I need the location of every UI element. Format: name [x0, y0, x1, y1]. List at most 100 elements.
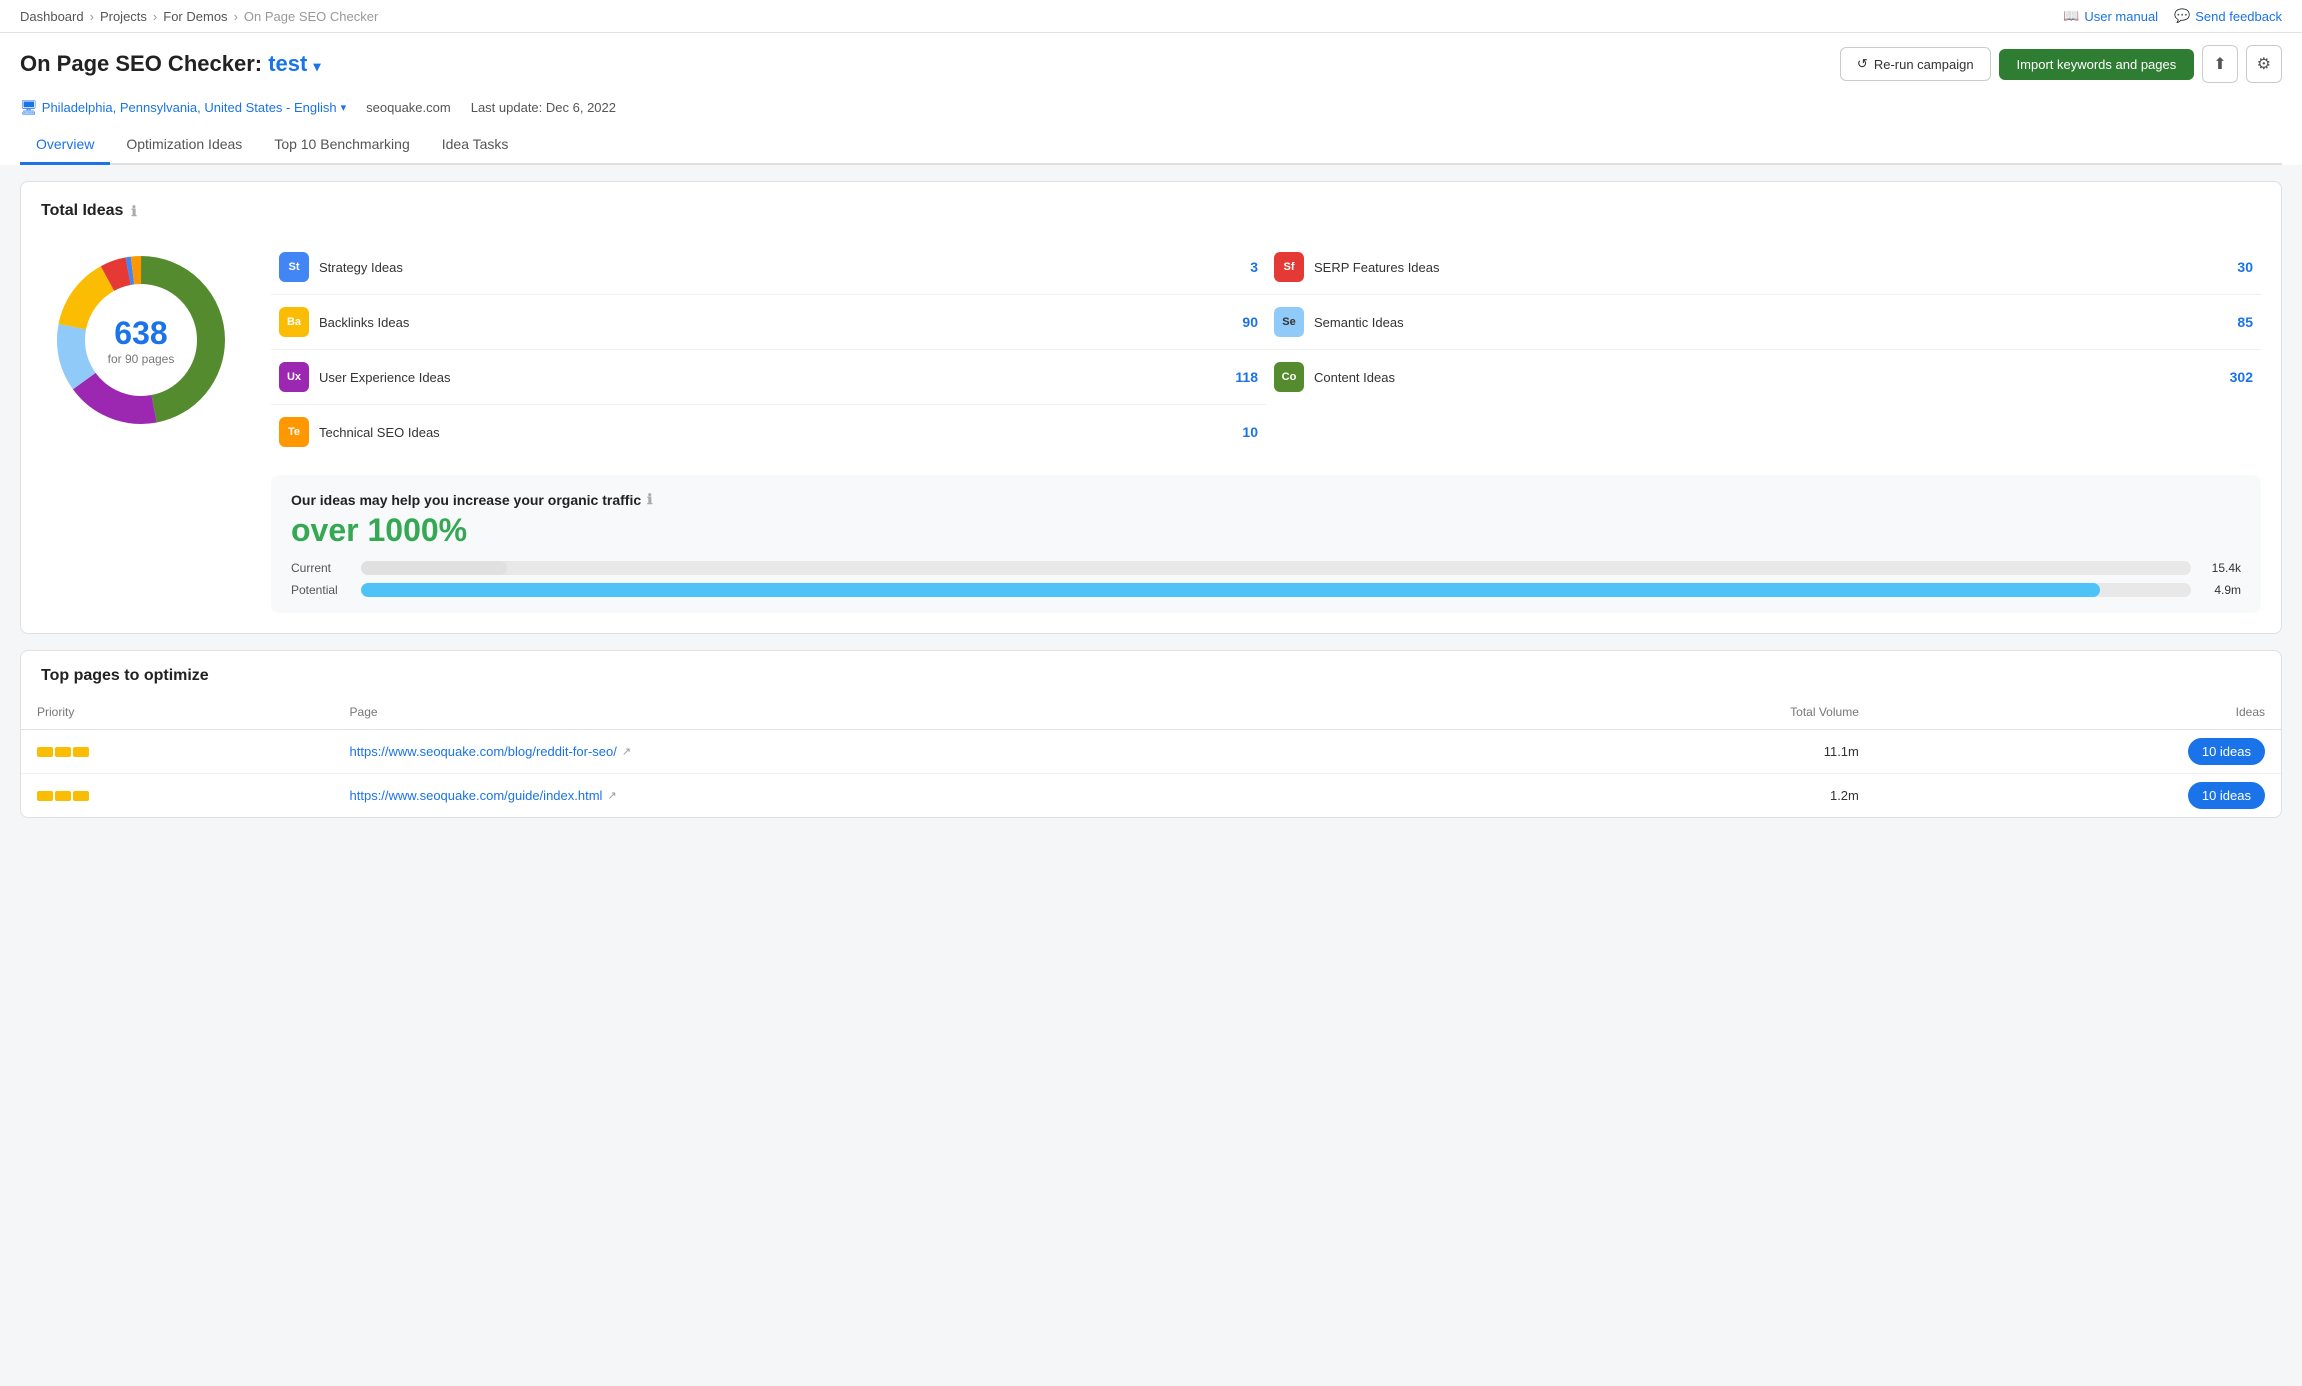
breadcrumb: Dashboard › Projects › For Demos › On Pa…	[20, 9, 378, 24]
page-link-2[interactable]: https://www.seoquake.com/guide/index.htm…	[350, 788, 1485, 803]
current-bar-track	[361, 561, 2191, 575]
col-ideas: Ideas	[1875, 695, 2281, 730]
backlinks-badge: Ba	[279, 307, 309, 337]
settings-button[interactable]: ⚙	[2246, 45, 2282, 83]
potential-label: Potential	[291, 583, 351, 597]
donut-center: 638 for 90 pages	[108, 315, 175, 366]
current-value: 15.4k	[2201, 561, 2241, 575]
domain-label: seoquake.com	[366, 100, 451, 115]
backlinks-label: Backlinks Ideas	[319, 315, 1208, 330]
idea-row-semantic: Se Semantic Ideas 85	[1266, 295, 2261, 350]
ideas-cell-1: 10 ideas	[1875, 730, 2281, 774]
total-count: 638	[108, 315, 175, 352]
donut-chart: 638 for 90 pages	[41, 240, 241, 440]
idea-row-strategy: St Strategy Ideas 3	[271, 240, 1266, 295]
top-pages-table: Priority Page Total Volume Ideas	[21, 695, 2281, 817]
idea-row-serp: Sf SERP Features Ideas 30	[1266, 240, 2261, 295]
external-link-icon: ↗	[607, 789, 616, 802]
traffic-section: Our ideas may help you increase your org…	[271, 475, 2261, 613]
monitor-icon: 🖥	[20, 99, 38, 116]
traffic-title: Our ideas may help you increase your org…	[291, 491, 2241, 508]
col-page: Page	[334, 695, 1501, 730]
strategy-label: Strategy Ideas	[319, 260, 1208, 275]
top-bar: Dashboard › Projects › For Demos › On Pa…	[0, 0, 2302, 33]
book-icon: 📖	[2063, 8, 2079, 24]
import-keywords-button[interactable]: Import keywords and pages	[1999, 49, 2195, 80]
ux-count[interactable]: 118	[1218, 369, 1258, 385]
priority-bar	[37, 747, 53, 757]
technical-count[interactable]: 10	[1218, 424, 1258, 440]
total-ideas-content: 638 for 90 pages St Strategy Ideas 3	[41, 240, 2261, 613]
table-row: https://www.seoquake.com/blog/reddit-for…	[21, 730, 2281, 774]
header-actions: ↺ Re-run campaign Import keywords and pa…	[1840, 45, 2282, 83]
strategy-count[interactable]: 3	[1218, 259, 1258, 275]
backlinks-count[interactable]: 90	[1218, 314, 1258, 330]
tab-optimization-ideas[interactable]: Optimization Ideas	[110, 126, 258, 165]
ideas-right: St Strategy Ideas 3 Ba Backlinks Ideas 9…	[271, 240, 2261, 613]
semantic-count[interactable]: 85	[2213, 314, 2253, 330]
page-cell-2: https://www.seoquake.com/guide/index.htm…	[334, 774, 1501, 818]
idea-row-technical: Te Technical SEO Ideas 10	[271, 405, 1266, 459]
idea-row-backlinks: Ba Backlinks Ideas 90	[271, 295, 1266, 350]
location-dropdown-icon: ▾	[341, 101, 347, 114]
upload-icon: ⬆	[2213, 56, 2226, 73]
current-bar-row: Current 15.4k	[291, 561, 2241, 575]
total-ideas-card: Total Ideas ℹ	[20, 181, 2282, 634]
ideas-right-col: Sf SERP Features Ideas 30 Se Semantic Id…	[1266, 240, 2261, 459]
priority-bar	[73, 791, 89, 801]
location-selector[interactable]: 🖥 Philadelphia, Pennsylvania, United Sta…	[20, 99, 346, 116]
priority-bar	[55, 747, 71, 757]
table-head: Priority Page Total Volume Ideas	[21, 695, 2281, 730]
export-button[interactable]: ⬆	[2202, 45, 2237, 83]
last-update-label: Last update: Dec 6, 2022	[471, 100, 616, 115]
ideas-badge-1[interactable]: 10 ideas	[2188, 738, 2265, 765]
feedback-icon: 💬	[2174, 8, 2190, 24]
page-title-row: On Page SEO Checker: test ▾ ↺ Re-run cam…	[20, 45, 2282, 83]
tab-idea-tasks[interactable]: Idea Tasks	[426, 126, 525, 165]
priority-cell-2	[21, 774, 334, 818]
ideas-grid: St Strategy Ideas 3 Ba Backlinks Ideas 9…	[271, 240, 2261, 459]
project-dropdown-icon[interactable]: ▾	[313, 58, 320, 74]
table-row: https://www.seoquake.com/guide/index.htm…	[21, 774, 2281, 818]
ideas-badge-2[interactable]: 10 ideas	[2188, 782, 2265, 809]
ux-label: User Experience Ideas	[319, 370, 1208, 385]
content-count[interactable]: 302	[2213, 369, 2253, 385]
serp-label: SERP Features Ideas	[1314, 260, 2203, 275]
breadcrumb-dashboard[interactable]: Dashboard	[20, 9, 84, 24]
main-content: Total Ideas ℹ	[0, 165, 2302, 834]
top-pages-card: Top pages to optimize Priority Page Tota…	[20, 650, 2282, 818]
rerun-campaign-button[interactable]: ↺ Re-run campaign	[1840, 47, 1991, 81]
page-header: On Page SEO Checker: test ▾ ↺ Re-run cam…	[0, 33, 2302, 165]
idea-row-content: Co Content Ideas 302	[1266, 350, 2261, 404]
potential-bar-track	[361, 583, 2191, 597]
potential-bar-row: Potential 4.9m	[291, 583, 2241, 597]
semantic-badge: Se	[1274, 307, 1304, 337]
page-link-1[interactable]: https://www.seoquake.com/blog/reddit-for…	[350, 744, 1485, 759]
current-bar-fill	[361, 561, 507, 575]
top-actions: 📖 User manual 💬 Send feedback	[2063, 8, 2282, 24]
serp-count[interactable]: 30	[2213, 259, 2253, 275]
project-name-link[interactable]: test	[268, 51, 307, 76]
content-badge: Co	[1274, 362, 1304, 392]
serp-badge: Sf	[1274, 252, 1304, 282]
tabs-bar: Overview Optimization Ideas Top 10 Bench…	[20, 126, 2282, 165]
page-cell-1: https://www.seoquake.com/blog/reddit-for…	[334, 730, 1501, 774]
content-label: Content Ideas	[1314, 370, 2203, 385]
breadcrumb-projects[interactable]: Projects	[100, 9, 147, 24]
breadcrumb-current: On Page SEO Checker	[244, 9, 378, 24]
page-title: On Page SEO Checker: test ▾	[20, 51, 321, 77]
total-ideas-info-icon[interactable]: ℹ	[131, 203, 136, 220]
user-manual-link[interactable]: 📖 User manual	[2063, 8, 2158, 24]
strategy-badge: St	[279, 252, 309, 282]
send-feedback-link[interactable]: 💬 Send feedback	[2174, 8, 2282, 24]
top-pages-title: Top pages to optimize	[41, 667, 2261, 685]
traffic-info-icon[interactable]: ℹ	[647, 491, 652, 508]
traffic-percent: over 1000%	[291, 512, 2241, 549]
technical-badge: Te	[279, 417, 309, 447]
tab-overview[interactable]: Overview	[20, 126, 110, 165]
ideas-left-col: St Strategy Ideas 3 Ba Backlinks Ideas 9…	[271, 240, 1266, 459]
breadcrumb-for-demos[interactable]: For Demos	[163, 9, 227, 24]
external-link-icon: ↗	[622, 745, 631, 758]
priority-bar	[55, 791, 71, 801]
tab-top-10-benchmarking[interactable]: Top 10 Benchmarking	[258, 126, 425, 165]
